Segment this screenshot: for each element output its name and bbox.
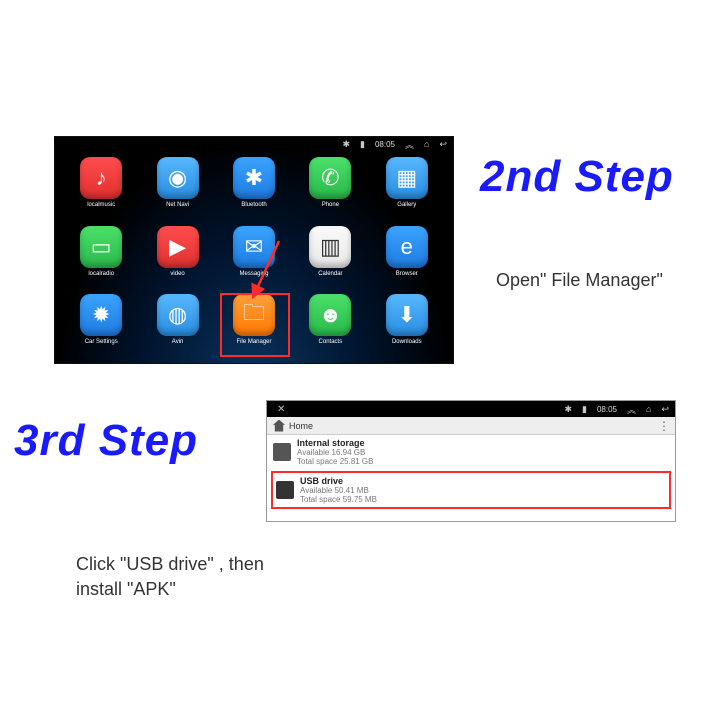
row-avail: Available 16.94 GB — [297, 448, 374, 457]
usb-drive-icon — [276, 481, 294, 499]
overflow-menu-icon[interactable]: ⋮ — [658, 419, 669, 433]
file-manager-icon: 🗀 — [233, 294, 275, 336]
app-label: Bluetooth — [241, 202, 266, 208]
home-icon[interactable]: ⌂ — [424, 139, 429, 149]
home-breadcrumb-icon — [273, 420, 285, 432]
app-label: Phone — [322, 202, 339, 208]
app-downloads[interactable]: ⬇ Downloads — [371, 294, 443, 357]
storage-row-internal[interactable]: Internal storage Available 16.94 GB Tota… — [267, 435, 675, 469]
downloads-icon: ⬇ — [386, 294, 428, 336]
app-label: Avin — [172, 339, 184, 345]
internal-storage-icon — [273, 443, 291, 461]
app-label: Gallery — [397, 202, 416, 208]
app-contacts[interactable]: ☻ Contacts — [294, 294, 366, 357]
row-total: Total space 25.81 GB — [297, 457, 374, 466]
row-title: Internal storage — [297, 438, 374, 448]
app-file-manager[interactable]: 🗀 File Manager — [218, 294, 290, 357]
bluetooth-icon: ✱ — [342, 139, 350, 150]
app-localmusic[interactable]: ♪ localmusic — [65, 157, 137, 220]
app-avin[interactable]: ◍ Avin — [141, 294, 213, 357]
breadcrumb[interactable]: Home ⋮ — [267, 417, 675, 435]
app-messaging[interactable]: ✉ Messaging — [218, 226, 290, 289]
app-gallery[interactable]: ▦ Gallery — [371, 157, 443, 220]
status-bar: ✕ ✱ ▮ 08:05 ︽ ⌂ ↩ — [267, 401, 675, 417]
app-label: Browser — [396, 271, 418, 277]
app-label: Contacts — [319, 339, 343, 345]
app-label: Downloads — [392, 339, 422, 345]
step3-caption: Click "USB drive" , then install "APK" — [76, 552, 296, 602]
status-bar: ✱ ▮ 08:05 ︽ ⌂ ↩ — [55, 137, 453, 151]
net-navi-icon: ◉ — [157, 157, 199, 199]
row-total: Total space 59.75 MB — [300, 495, 377, 504]
app-video[interactable]: ▶ video — [141, 226, 213, 289]
step3-screenshot: ✕ ✱ ▮ 08:05 ︽ ⌂ ↩ Home ⋮ Internal storag… — [266, 400, 676, 522]
app-net-navi[interactable]: ◉ Net Navi — [141, 157, 213, 220]
bluetooth-icon: ✱ — [564, 404, 572, 415]
messaging-icon: ✉ — [233, 226, 275, 268]
step2-screenshot: ✱ ▮ 08:05 ︽ ⌂ ↩ ♪ localmusic ◉ Net Navi ✱ Blu… — [54, 136, 454, 364]
app-bluetooth[interactable]: ✱ Bluetooth — [218, 157, 290, 220]
browser-icon: e — [386, 226, 428, 268]
car-settings-icon: ✹ — [80, 294, 122, 336]
close-icon[interactable]: ✕ — [277, 404, 285, 415]
app-label: localmusic — [87, 202, 115, 208]
breadcrumb-label: Home — [289, 421, 313, 431]
app-label: Calendar — [318, 271, 342, 277]
app-label: video — [170, 271, 184, 277]
up-chevron-icon: ︽ — [405, 138, 414, 151]
status-time: 08:05 — [375, 140, 395, 149]
app-grid: ♪ localmusic ◉ Net Navi ✱ Bluetooth ✆ Phone ▦ Gal… — [65, 157, 443, 357]
step3-heading: 3rd Step — [14, 416, 198, 466]
step2-heading: 2nd Step — [480, 152, 674, 202]
up-chevron-icon: ︽ — [627, 403, 636, 416]
app-label: localradio — [88, 271, 114, 277]
status-time: 08:05 — [597, 405, 617, 414]
app-browser[interactable]: e Browser — [371, 226, 443, 289]
app-localradio[interactable]: ▭ localradio — [65, 226, 137, 289]
storage-row-usb[interactable]: USB drive Available 50.41 MB Total space… — [271, 471, 671, 509]
app-label: Messaging — [239, 271, 268, 277]
video-icon: ▶ — [157, 226, 199, 268]
bluetooth-icon: ✱ — [233, 157, 275, 199]
avin-icon: ◍ — [157, 294, 199, 336]
localmusic-icon: ♪ — [80, 157, 122, 199]
signal-icon: ▮ — [360, 139, 365, 150]
back-icon[interactable]: ↩ — [661, 404, 669, 415]
contacts-icon: ☻ — [309, 294, 351, 336]
calendar-icon: ▥ — [309, 226, 351, 268]
row-title: USB drive — [300, 476, 377, 486]
app-label: File Manager — [236, 339, 271, 345]
app-label: Car Settings — [85, 339, 118, 345]
back-icon[interactable]: ↩ — [439, 139, 447, 150]
gallery-icon: ▦ — [386, 157, 428, 199]
app-phone[interactable]: ✆ Phone — [294, 157, 366, 220]
step2-caption: Open" File Manager" — [496, 268, 672, 293]
signal-icon: ▮ — [582, 404, 587, 415]
app-calendar[interactable]: ▥ Calendar — [294, 226, 366, 289]
home-icon[interactable]: ⌂ — [646, 404, 651, 414]
app-label: Net Navi — [166, 202, 189, 208]
localradio-icon: ▭ — [80, 226, 122, 268]
row-avail: Available 50.41 MB — [300, 486, 377, 495]
phone-icon: ✆ — [309, 157, 351, 199]
app-car-settings[interactable]: ✹ Car Settings — [65, 294, 137, 357]
